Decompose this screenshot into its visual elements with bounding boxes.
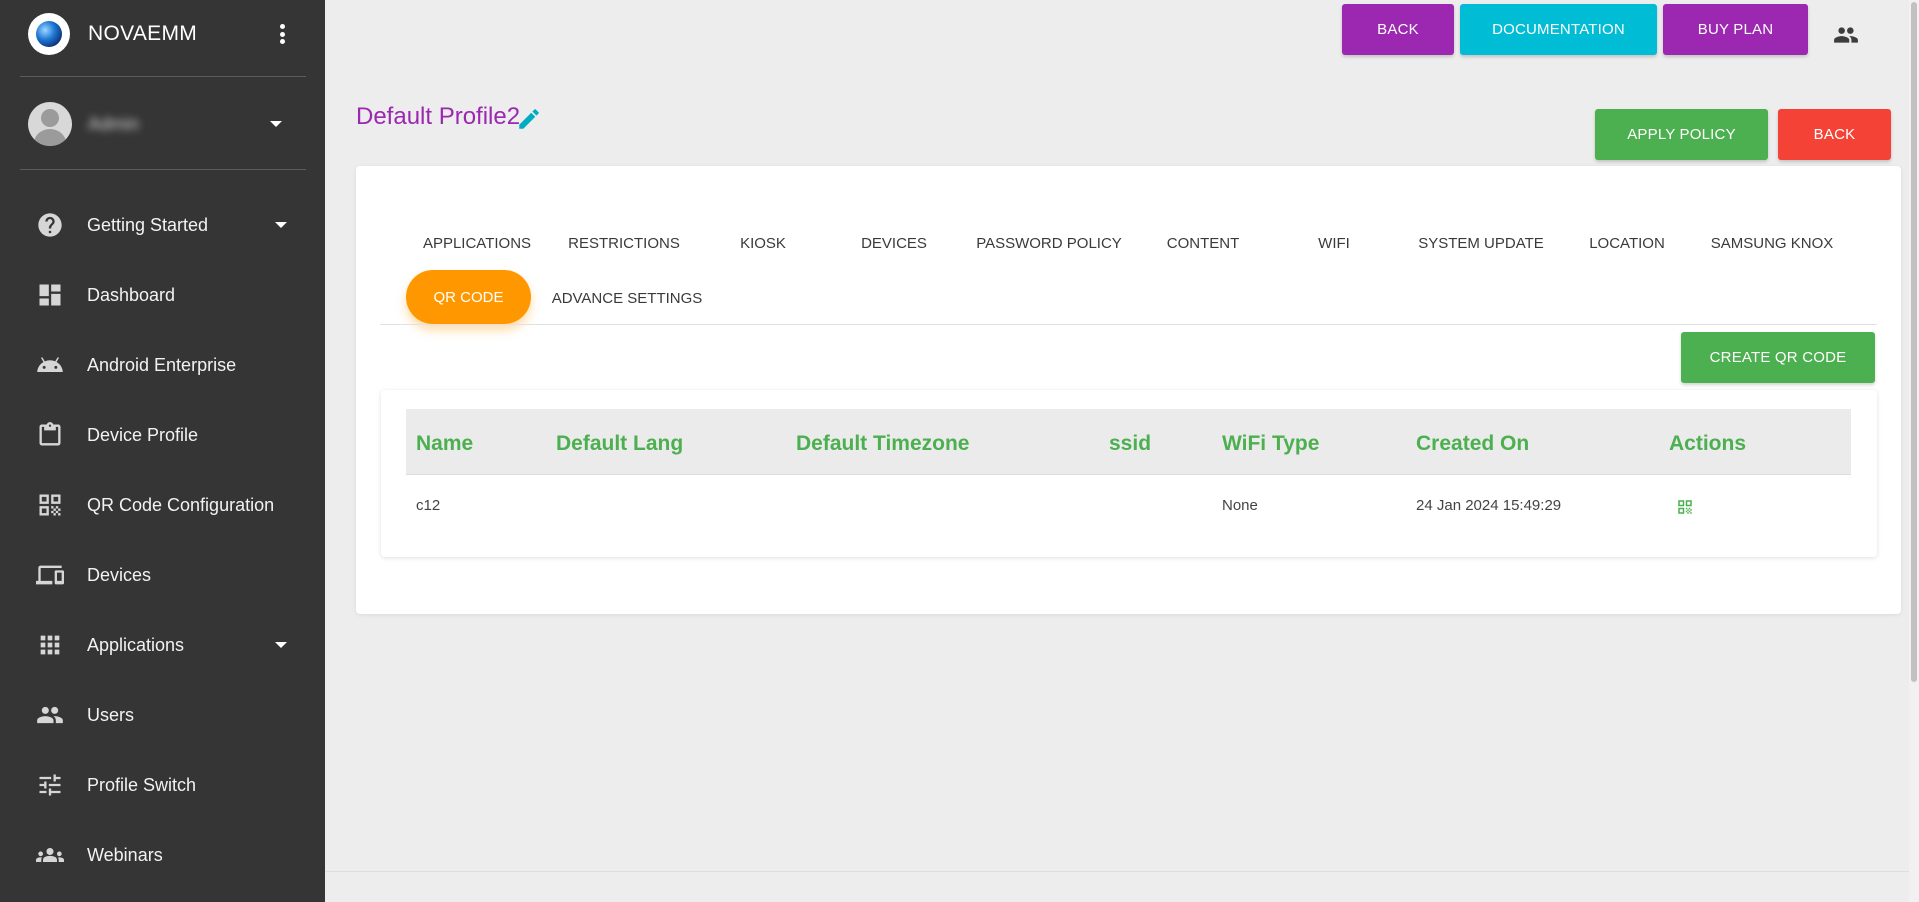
avatar (28, 102, 72, 146)
column-header-created-on[interactable]: Created On (1416, 432, 1529, 456)
help-circle-icon (36, 211, 64, 239)
sidebar-item-profile-switch[interactable]: Profile Switch (0, 750, 325, 820)
scrollbar[interactable] (1909, 0, 1919, 902)
column-header-default-lang[interactable]: Default Lang (556, 432, 683, 456)
footer-divider (325, 871, 1909, 872)
user-menu[interactable]: Admin (28, 102, 298, 146)
tab-advance-settings[interactable]: ADVANCE SETTINGS (552, 290, 703, 307)
sidebar-item-label: Applications (87, 634, 185, 655)
tab-qr-code[interactable]: QR CODE (406, 270, 531, 324)
sidebar-divider (20, 76, 306, 77)
user-name: Admin (88, 113, 140, 134)
sidebar-item-devices[interactable]: Devices (0, 540, 325, 610)
sidebar-item-label: Webinars (87, 844, 163, 865)
sidebar-item-label: Devices (87, 564, 152, 585)
people-icon (36, 701, 64, 729)
tab-location[interactable]: LOCATION (1589, 235, 1665, 252)
tab-samsung-knox[interactable]: SAMSUNG KNOX (1711, 235, 1834, 252)
apps-grid-icon (36, 631, 64, 659)
sidebar-item-label: QR Code Configuration (87, 494, 275, 515)
sidebar-nav: Getting Started Dashboard Android Enterp… (0, 190, 325, 890)
sidebar-item-label: Device Profile (87, 424, 199, 445)
tab-system-update[interactable]: SYSTEM UPDATE (1418, 235, 1544, 252)
edit-pencil-icon[interactable] (516, 106, 542, 132)
devices-icon (36, 561, 64, 589)
sidebar-item-label: Android Enterprise (87, 354, 237, 375)
column-header-ssid[interactable]: ssid (1109, 432, 1151, 456)
clipboard-icon (36, 421, 64, 449)
sidebar-divider (20, 169, 306, 170)
groups-icon (36, 841, 64, 869)
column-header-wifi-type[interactable]: WiFi Type (1222, 432, 1319, 456)
qr-code-icon[interactable] (1676, 498, 1694, 516)
android-icon (36, 351, 64, 379)
tab-divider (380, 324, 1877, 325)
sidebar-item-android-enterprise[interactable]: Android Enterprise (0, 330, 325, 400)
cell-name: c12 (416, 497, 441, 514)
brand: NOVAEMM (28, 13, 298, 55)
apply-policy-button[interactable]: APPLY POLICY (1595, 109, 1768, 160)
more-vert-icon[interactable] (276, 21, 288, 47)
dashboard-icon (36, 281, 64, 309)
tab-password-policy[interactable]: PASSWORD POLICY (976, 235, 1122, 252)
scrollbar-thumb[interactable] (1911, 2, 1917, 682)
sidebar-item-label: Profile Switch (87, 774, 197, 795)
sidebar-item-label: Users (87, 704, 135, 725)
cell-created-on: 24 Jan 2024 15:49:29 (1416, 497, 1562, 514)
column-header-actions: Actions (1669, 432, 1747, 455)
sidebar-item-dashboard[interactable]: Dashboard (0, 260, 325, 330)
create-qr-code-button[interactable]: CREATE QR CODE (1681, 332, 1875, 383)
column-header-default-timezone[interactable]: Default Timezone (796, 432, 969, 456)
tab-wifi[interactable]: WIFI (1318, 235, 1350, 252)
tune-icon (36, 771, 64, 799)
sidebar-item-device-profile[interactable]: Device Profile (0, 400, 325, 470)
chevron-down-icon (275, 222, 287, 228)
tab-applications[interactable]: APPLICATIONS (423, 235, 531, 252)
brand-name: NOVAEMM (88, 22, 198, 45)
header-back-button[interactable]: BACK (1342, 4, 1454, 55)
sidebar: NOVAEMM Admin Getting Started Dashboard … (0, 0, 325, 902)
tab-content[interactable]: CONTENT (1167, 235, 1240, 252)
cell-wifi-type: None (1222, 497, 1258, 514)
qr-code-icon (36, 491, 64, 519)
sidebar-item-users[interactable]: Users (0, 680, 325, 750)
sidebar-item-applications[interactable]: Applications (0, 610, 325, 680)
sidebar-item-webinars[interactable]: Webinars (0, 820, 325, 890)
column-header-name[interactable]: Name (416, 432, 473, 456)
sidebar-item-label: Getting Started (87, 214, 209, 235)
buy-plan-button[interactable]: BUY PLAN (1663, 4, 1808, 55)
profile-back-button[interactable]: BACK (1778, 109, 1891, 160)
tab-devices[interactable]: DEVICES (861, 235, 927, 252)
tab-restrictions[interactable]: RESTRICTIONS (568, 235, 680, 252)
logo (28, 13, 70, 55)
documentation-button[interactable]: DOCUMENTATION (1460, 4, 1657, 55)
tab-kiosk[interactable]: KIOSK (740, 235, 786, 252)
people-icon[interactable] (1832, 22, 1860, 48)
sidebar-item-getting-started[interactable]: Getting Started (0, 190, 325, 260)
sidebar-item-label: Dashboard (87, 284, 176, 305)
page-title: Default Profile2 (356, 103, 521, 130)
chevron-down-icon (275, 642, 287, 648)
chevron-down-icon (270, 121, 282, 127)
sidebar-item-qr-code-configuration[interactable]: QR Code Configuration (0, 470, 325, 540)
